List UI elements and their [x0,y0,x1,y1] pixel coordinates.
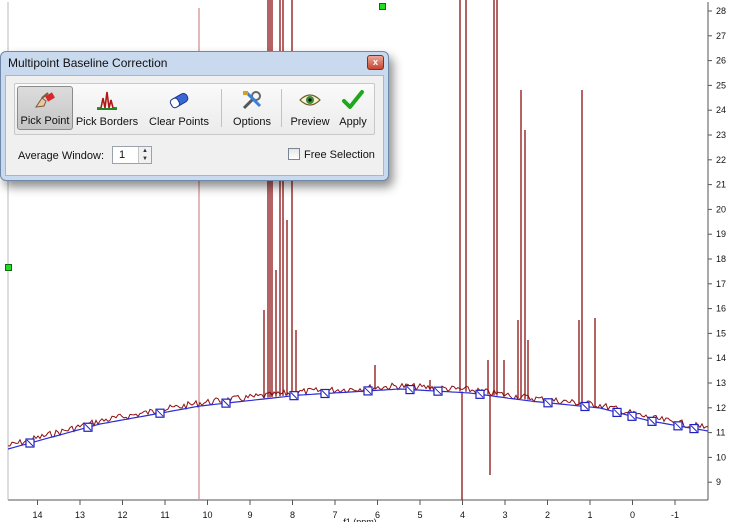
clear-points-label: Clear Points [149,116,209,128]
apply-label: Apply [339,116,367,128]
tools-icon [242,90,262,110]
y-tick-label: 18 [716,254,726,264]
x-tick-label: 0 [630,510,635,520]
baseline-fit-line [7,388,709,450]
y-tick-label: 13 [716,378,726,388]
close-icon: x [372,57,378,67]
clear-points-button[interactable]: Clear Points [141,86,217,130]
average-window-label: Average Window: [18,150,105,162]
y-tick-label: 27 [716,31,726,41]
dialog-title: Multipoint Baseline Correction [8,56,168,70]
preview-label: Preview [290,116,330,128]
toolbar-separator [221,89,222,127]
free-selection-checkbox[interactable] [288,148,300,160]
x-axis-label: f1 (ppm) [343,517,377,522]
average-window-value: 1 [119,149,126,161]
baseline-correction-dialog: Multipoint Baseline Correction x Pick Po… [0,51,389,181]
checkmark-icon [342,90,364,109]
free-selection-label[interactable]: Free Selection [304,149,375,161]
close-button[interactable]: x [367,55,384,70]
y-tick-label: 9 [716,477,721,487]
y-tick-label: 26 [716,56,726,66]
options-label: Options [233,116,271,128]
selection-handle-top[interactable] [379,3,386,10]
y-tick-label: 19 [716,229,726,239]
spectrum-line [8,382,709,447]
x-tick-label: 11 [160,510,169,520]
x-tick-label: 7 [332,510,337,520]
toolbar-separator [281,89,282,127]
y-tick-label: 17 [716,279,726,289]
options-button[interactable]: Options [227,86,277,130]
y-tick-label: 28 [716,6,726,16]
x-tick-label: 2 [545,510,550,520]
dialog-body: Pick Point Pick Borders Clear Points Opt… [5,75,384,176]
stepper-arrows-icon[interactable]: ▲ ▼ [138,147,151,163]
x-tick-label: 4 [460,510,465,520]
pick-borders-label: Pick Borders [75,116,139,128]
pick-point-label: Pick Point [20,115,70,127]
x-tick-label: 12 [117,510,127,520]
y-tick-label: 16 [716,304,726,314]
y-tick-label: 15 [716,328,726,338]
selection-handle-left[interactable] [5,264,12,271]
hand-pointer-icon [34,92,55,108]
x-tick-label: 10 [202,510,212,520]
y-tick-label: 12 [716,403,726,413]
average-window-stepper[interactable]: 1 ▲ ▼ [112,146,152,164]
y-tick-label: 14 [716,353,726,363]
peaks-icon [97,91,117,110]
toolbar: Pick Point Pick Borders Clear Points Opt… [14,83,375,135]
x-tick-label: 1 [587,510,592,520]
y-tick-label: 20 [716,204,726,214]
y-tick-label: 23 [716,130,726,140]
pick-borders-button[interactable]: Pick Borders [75,86,139,130]
baseline-points [25,384,699,448]
eraser-icon [169,93,189,109]
preview-button[interactable]: Preview [287,86,333,130]
y-tick-label: 11 [716,428,725,438]
x-tick-label: 9 [247,510,252,520]
y-tick-label: 24 [716,105,726,115]
pick-point-button[interactable]: Pick Point [17,86,73,130]
x-tick-label: 8 [290,510,295,520]
dialog-titlebar[interactable]: Multipoint Baseline Correction x [1,52,388,74]
y-tick-label: 22 [716,155,726,165]
eye-icon [299,94,321,106]
y-tick-label: 10 [716,452,726,462]
x-tick-label: -1 [671,510,679,520]
y-tick-label: 25 [716,80,726,90]
x-tick-label: 3 [502,510,507,520]
x-tick-label: 13 [75,510,85,520]
x-tick-label: 14 [32,510,42,520]
apply-button[interactable]: Apply [335,86,371,130]
y-tick-label: 21 [716,180,726,190]
x-tick-label: 5 [417,510,422,520]
